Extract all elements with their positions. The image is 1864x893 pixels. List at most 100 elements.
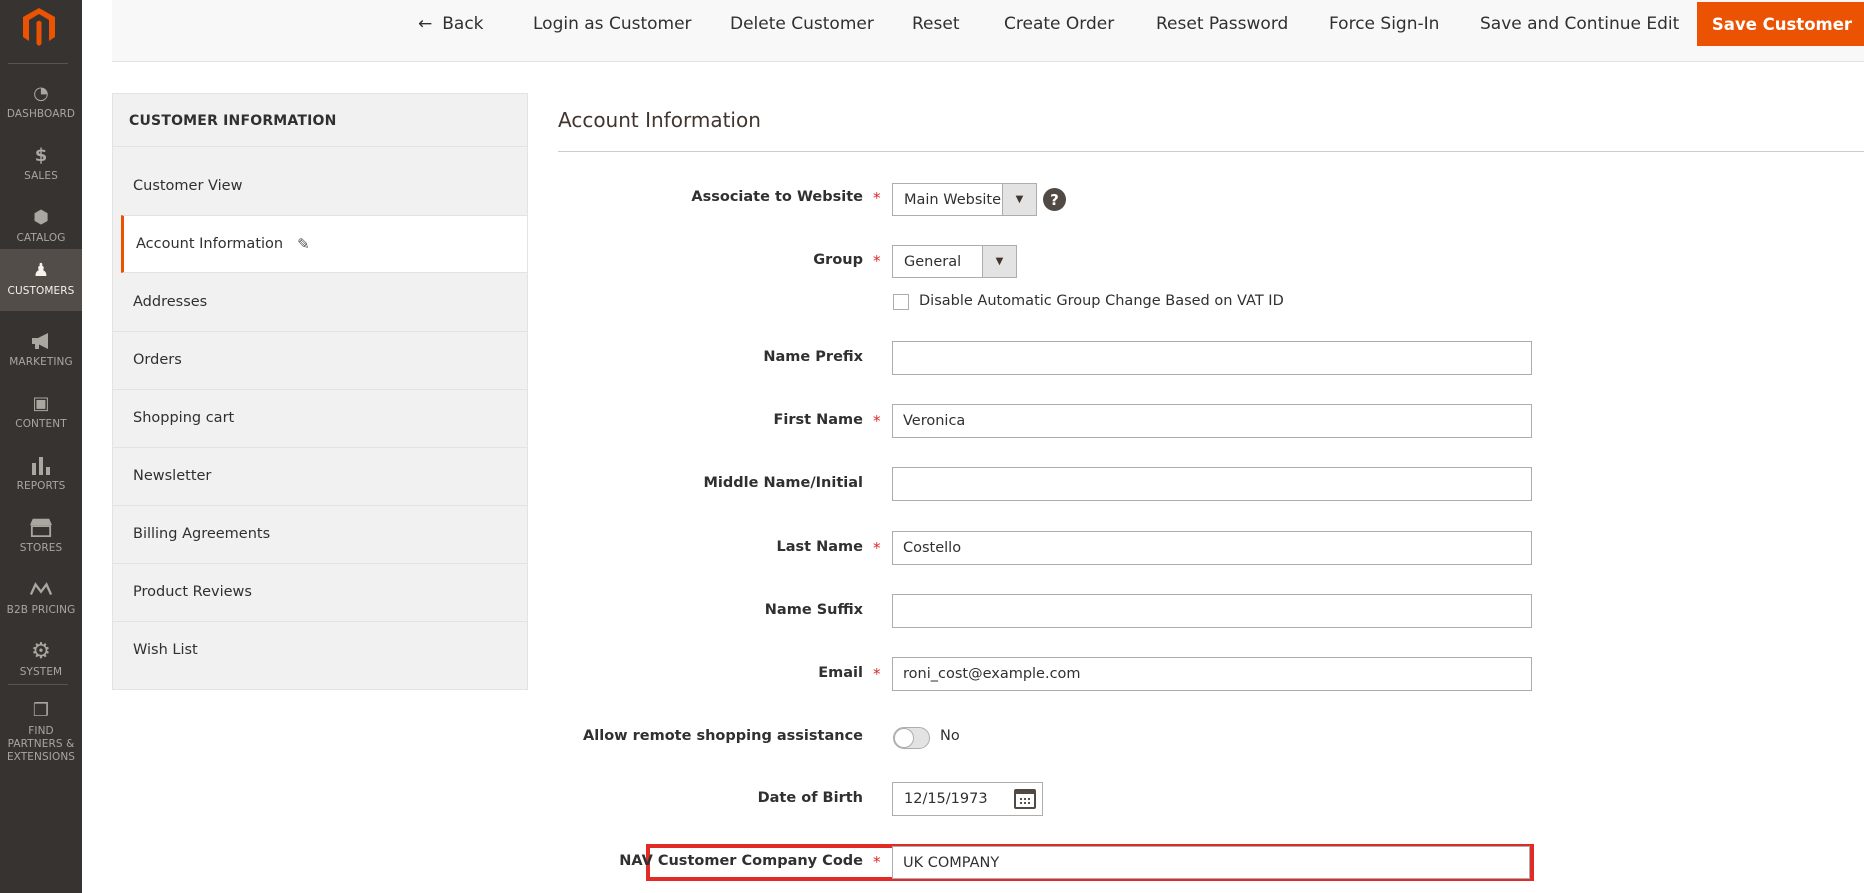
megaphone-icon xyxy=(30,330,52,352)
required-mark: * xyxy=(873,539,881,557)
reset-password-button[interactable]: Reset Password xyxy=(1156,0,1288,48)
dashboard-icon: ◔ xyxy=(33,82,49,104)
login-as-customer-button[interactable]: Login as Customer xyxy=(533,0,692,48)
tab-addresses[interactable]: Addresses xyxy=(113,273,527,331)
required-mark: * xyxy=(873,665,881,683)
nav-label: SALES xyxy=(24,170,58,182)
nav-label: DASHBOARD xyxy=(6,108,76,120)
remote-assistance-value: No xyxy=(940,728,960,744)
select-value: General xyxy=(904,253,962,270)
nav-label: REPORTS xyxy=(16,480,66,492)
tab-label: Shopping cart xyxy=(133,410,235,426)
tab-label: Product Reviews xyxy=(133,584,252,600)
date-of-birth-input[interactable]: 12/15/1973 xyxy=(892,782,1043,816)
storefront-icon xyxy=(30,516,52,538)
required-mark: * xyxy=(873,412,881,430)
tab-label: Wish List xyxy=(133,642,198,658)
nav-divider xyxy=(8,684,68,685)
tab-shopping-cart[interactable]: Shopping cart xyxy=(113,389,527,447)
tab-label: Newsletter xyxy=(133,468,212,484)
tab-label: Account Information xyxy=(136,236,284,252)
dollar-icon: $ xyxy=(34,144,48,166)
nav-label: B2B PRICING xyxy=(6,604,76,616)
nav-label: CONTENT xyxy=(15,418,67,430)
layout-icon: ▣ xyxy=(32,392,50,414)
section-divider xyxy=(558,151,1864,152)
name-prefix-label: Name Prefix xyxy=(763,349,863,365)
toggle-knob xyxy=(894,728,914,748)
nav-label: SYSTEM xyxy=(19,666,63,678)
magento-logo-icon[interactable] xyxy=(21,6,57,48)
nav-item-system[interactable]: ⚙ SYSTEM xyxy=(0,630,82,692)
nav-item-dashboard[interactable]: ◔ DASHBOARD xyxy=(0,72,82,134)
first-name-label: First Name xyxy=(773,412,864,428)
person-icon: ♟ xyxy=(32,259,50,281)
b2b-icon xyxy=(30,578,52,600)
associate-to-website-select[interactable]: Main Website ▼ xyxy=(892,183,1037,216)
divider xyxy=(113,146,527,147)
tab-orders[interactable]: Orders xyxy=(113,331,527,389)
tab-wish-list[interactable]: Wish List xyxy=(113,621,527,679)
calendar-icon[interactable] xyxy=(1014,789,1036,809)
tab-account-information[interactable]: Account Information ✎ xyxy=(121,215,527,273)
select-value: Main Website xyxy=(904,191,1002,208)
section-title: Account Information xyxy=(558,108,761,132)
nav-item-b2b-pricing[interactable]: B2B PRICING xyxy=(0,568,82,630)
tab-customer-view[interactable]: Customer View xyxy=(113,157,527,215)
back-arrow-icon: ← xyxy=(418,14,433,34)
name-suffix-input[interactable] xyxy=(892,594,1532,628)
date-value: 12/15/1973 xyxy=(904,791,988,807)
middle-name-label: Middle Name/Initial xyxy=(703,475,863,491)
tab-label: Addresses xyxy=(133,294,208,310)
remote-assistance-label: Allow remote shopping assistance xyxy=(583,728,863,744)
boxes-icon: ❒ xyxy=(32,700,50,721)
customer-information-tabs: CUSTOMER INFORMATION Customer View Accou… xyxy=(112,93,528,690)
nav-company-code-input[interactable]: UK COMPANY xyxy=(892,846,1530,879)
nav-item-find-partners[interactable]: ❒ FIND PARTNERS & EXTENSIONS xyxy=(0,690,82,763)
date-of-birth-label: Date of Birth xyxy=(757,790,863,806)
last-name-input[interactable]: Costello xyxy=(892,531,1532,565)
first-name-input[interactable]: Veronica xyxy=(892,404,1532,438)
tab-product-reviews[interactable]: Product Reviews xyxy=(113,563,527,621)
tab-newsletter[interactable]: Newsletter xyxy=(113,447,527,505)
delete-customer-button[interactable]: Delete Customer xyxy=(730,0,874,48)
tab-label: Billing Agreements xyxy=(133,526,271,542)
tab-billing-agreements[interactable]: Billing Agreements xyxy=(113,505,527,563)
nav-company-code-label: NAV Customer Company Code xyxy=(619,853,863,869)
remote-assistance-toggle[interactable] xyxy=(893,727,930,749)
help-icon[interactable]: ? xyxy=(1043,188,1066,211)
nav-item-sales[interactable]: $ SALES xyxy=(0,134,82,196)
save-customer-button[interactable]: Save Customer xyxy=(1697,2,1864,46)
reset-button[interactable]: Reset xyxy=(912,0,960,48)
nav-item-content[interactable]: ▣ CONTENT xyxy=(0,382,82,444)
email-input[interactable]: roni_cost@example.com xyxy=(892,657,1532,691)
nav-label: CUSTOMERS xyxy=(7,285,75,297)
nav-divider xyxy=(8,63,68,64)
nav-item-marketing[interactable]: MARKETING xyxy=(0,320,82,382)
save-and-continue-edit-button[interactable]: Save and Continue Edit xyxy=(1480,0,1679,48)
force-sign-in-button[interactable]: Force Sign-In xyxy=(1329,0,1439,48)
tab-label: Customer View xyxy=(133,178,243,194)
group-select[interactable]: General ▼ xyxy=(892,245,1017,278)
cube-icon: ⬢ xyxy=(33,206,49,228)
pencil-icon: ✎ xyxy=(297,235,310,253)
tab-label: Orders xyxy=(133,352,182,368)
middle-name-input[interactable] xyxy=(892,467,1532,501)
back-button[interactable]: ← Back xyxy=(418,0,484,48)
chevron-down-icon: ▼ xyxy=(982,246,1016,277)
nav-item-customers[interactable]: ♟ CUSTOMERS xyxy=(0,249,82,311)
nav-label: MARKETING xyxy=(9,356,73,368)
required-mark: * xyxy=(873,853,881,871)
disable-group-change-label: Disable Automatic Group Change Based on … xyxy=(919,293,1284,309)
bar-chart-icon xyxy=(30,454,52,476)
nav-item-reports[interactable]: REPORTS xyxy=(0,444,82,506)
email-label: Email xyxy=(818,665,863,681)
disable-group-change-checkbox[interactable] xyxy=(893,294,909,310)
nav-label: STORES xyxy=(19,542,63,554)
nav-item-stores[interactable]: STORES xyxy=(0,506,82,568)
create-order-button[interactable]: Create Order xyxy=(1004,0,1114,48)
gear-icon: ⚙ xyxy=(31,638,51,664)
admin-sidebar: ◔ DASHBOARD $ SALES ⬢ CATALOG ♟ CUSTOMER… xyxy=(0,0,82,893)
name-prefix-input[interactable] xyxy=(892,341,1532,375)
back-label: Back xyxy=(442,14,484,34)
